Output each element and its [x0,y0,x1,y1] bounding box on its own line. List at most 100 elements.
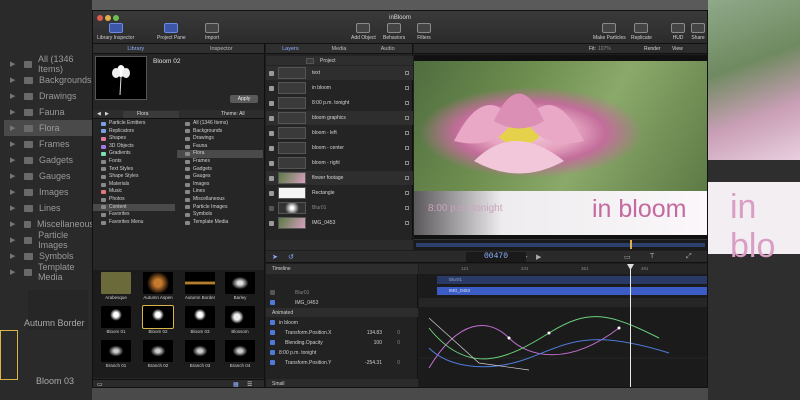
library-item[interactable]: Autumn Border [181,272,219,304]
play-icon[interactable]: ▶ [536,253,541,261]
list-item[interactable]: Particle Emitters [93,120,175,128]
library-item[interactable]: Bloom 01 [97,306,135,338]
list-item[interactable]: Gauges [177,173,263,181]
list-item[interactable]: Particle Images [177,204,263,212]
layer-row[interactable]: IMG_0453 [266,216,413,230]
param-row[interactable]: Transform.Position.X 134.83 0 [266,328,418,337]
library-inspector-button[interactable]: Library Inspector [97,23,134,41]
list-item[interactable]: Flora [177,150,263,158]
list-item[interactable]: Drawings [177,135,263,143]
share-button[interactable]: Share [691,23,705,41]
add-object-button[interactable]: Add Object [351,23,376,41]
library-item[interactable]: Branch 03 [181,340,219,372]
text-tool-icon[interactable]: T [650,253,654,260]
tab-media[interactable]: Media [315,44,364,53]
filters-button[interactable]: Filters [417,23,431,41]
expand-icon[interactable]: ⤢ [686,253,692,261]
library-item[interactable]: Arabesque [97,272,135,304]
import-button[interactable]: Import [205,23,219,41]
grid-view-icon[interactable]: ▦ [233,381,239,387]
param-row[interactable]: Transform.Position.Y -254.31 0 [266,358,418,367]
list-item[interactable]: Backgrounds [177,128,263,136]
canvas-viewer[interactable]: 8:00 p.m. tonight in bloom [414,55,707,250]
list-item[interactable]: Fauna [177,143,263,151]
layer-row[interactable]: bloom - center [266,141,413,155]
list-item[interactable]: Symbols [177,211,263,219]
folder-icon[interactable]: ▭ [97,381,103,387]
zoom-popup[interactable]: Small [272,381,285,387]
library-item[interactable]: Bloom 02 [139,305,177,338]
library-item[interactable]: Branch 01 [97,340,135,372]
make-particles-button[interactable]: Make Particles [593,23,626,41]
tab-inspector[interactable]: Inspector [179,44,265,53]
list-item[interactable]: Frames [177,158,263,166]
list-view-icon[interactable]: ☰ [247,381,252,387]
layer-row[interactable]: Project [266,56,413,65]
timeline-tracks[interactable]: 121 241 361 481 Blur01 IMG_0453 [419,264,707,387]
library-item[interactable]: Branch 02 [139,340,177,372]
list-item[interactable]: Gradients [93,150,175,158]
timecode-display[interactable]: 00470 [466,252,526,262]
list-item[interactable]: Photos [93,196,175,204]
shape-tool-icon[interactable]: ▭ [624,253,631,261]
list-item[interactable]: 3D Objects [93,143,175,151]
layer-row[interactable]: 8:00 p.m. tonight [266,96,413,110]
list-item[interactable]: Text Styles [93,166,175,174]
forward-icon[interactable]: ▶ [105,110,109,119]
behaviors-button[interactable]: Behaviors [383,23,405,41]
list-item[interactable]: Shape Styles [93,173,175,181]
arrow-tool-icon[interactable]: ➤ [272,253,278,261]
list-item[interactable]: Fonts [93,158,175,166]
track-clip[interactable]: Blur01 [437,276,707,284]
canvas-mini-timeline[interactable] [414,239,707,250]
apply-button[interactable]: Apply [230,95,258,103]
zoom-popup[interactable]: 107% [598,44,611,54]
library-item[interactable]: Barley [221,272,259,304]
render-popup[interactable]: Render [644,44,660,54]
tab-library[interactable]: Library [93,44,179,53]
list-item[interactable]: Favorites Menu [93,219,175,227]
theme-popup[interactable]: Theme: All [221,110,245,119]
list-item[interactable]: Materials [93,181,175,189]
back-icon[interactable]: ◀ [97,110,101,119]
param-row[interactable]: 8:00 p.m. tonight [266,348,418,357]
library-item[interactable]: Autumn Aspen [139,272,177,304]
timeline-layer-row[interactable]: Blur01 [266,288,418,297]
param-row[interactable]: Blending.Opacity 100 0 [266,338,418,347]
timeline-layer-row[interactable]: IMG_0453 [266,298,418,307]
layer-row[interactable]: bloom - right [266,156,413,170]
list-item[interactable]: Replicators [93,128,175,136]
library-item[interactable]: Blossom [221,306,259,338]
layer-row[interactable]: text [266,66,413,80]
folder-popup[interactable]: Flora [123,111,179,118]
loop-icon[interactable]: ↺ [288,253,294,261]
layer-row[interactable]: Blur01 [266,201,413,215]
list-item[interactable]: Favorites [93,211,175,219]
tab-audio[interactable]: Audio [363,44,412,53]
list-item[interactable]: All (1346 Items) [177,120,263,128]
list-item[interactable]: Template Media [177,219,263,227]
layer-row[interactable]: in bloom [266,81,413,95]
keyframe-curves[interactable] [419,308,707,378]
layer-row[interactable]: Rectangle [266,186,413,200]
hud-button[interactable]: HUD [671,23,685,41]
list-item[interactable]: Lines [177,188,263,196]
layer-row[interactable]: flower footage [266,171,413,185]
list-item[interactable]: Content [93,203,175,212]
list-item[interactable]: Music [93,188,175,196]
timeline-ruler[interactable]: 121 241 361 481 [419,264,707,274]
replicate-button[interactable]: Replicate [631,23,652,41]
list-item[interactable]: Shapes [93,135,175,143]
overlay-title-text[interactable]: in bloom [592,195,687,224]
project-pane-button[interactable]: Project Pane [157,23,186,41]
view-popup[interactable]: View [672,44,683,54]
library-item[interactable]: Bloom 03 [181,306,219,338]
library-item[interactable]: Branch 04 [221,340,259,372]
overlay-time-text[interactable]: 8:00 p.m. tonight [428,203,503,214]
param-row[interactable]: in bloom [266,318,418,327]
track-clip[interactable]: IMG_0453 [437,287,707,295]
list-item[interactable]: Images [177,181,263,189]
playhead-marker[interactable] [630,240,632,249]
list-item[interactable]: Miscellaneous [177,196,263,204]
timeline-playhead[interactable] [630,264,631,387]
